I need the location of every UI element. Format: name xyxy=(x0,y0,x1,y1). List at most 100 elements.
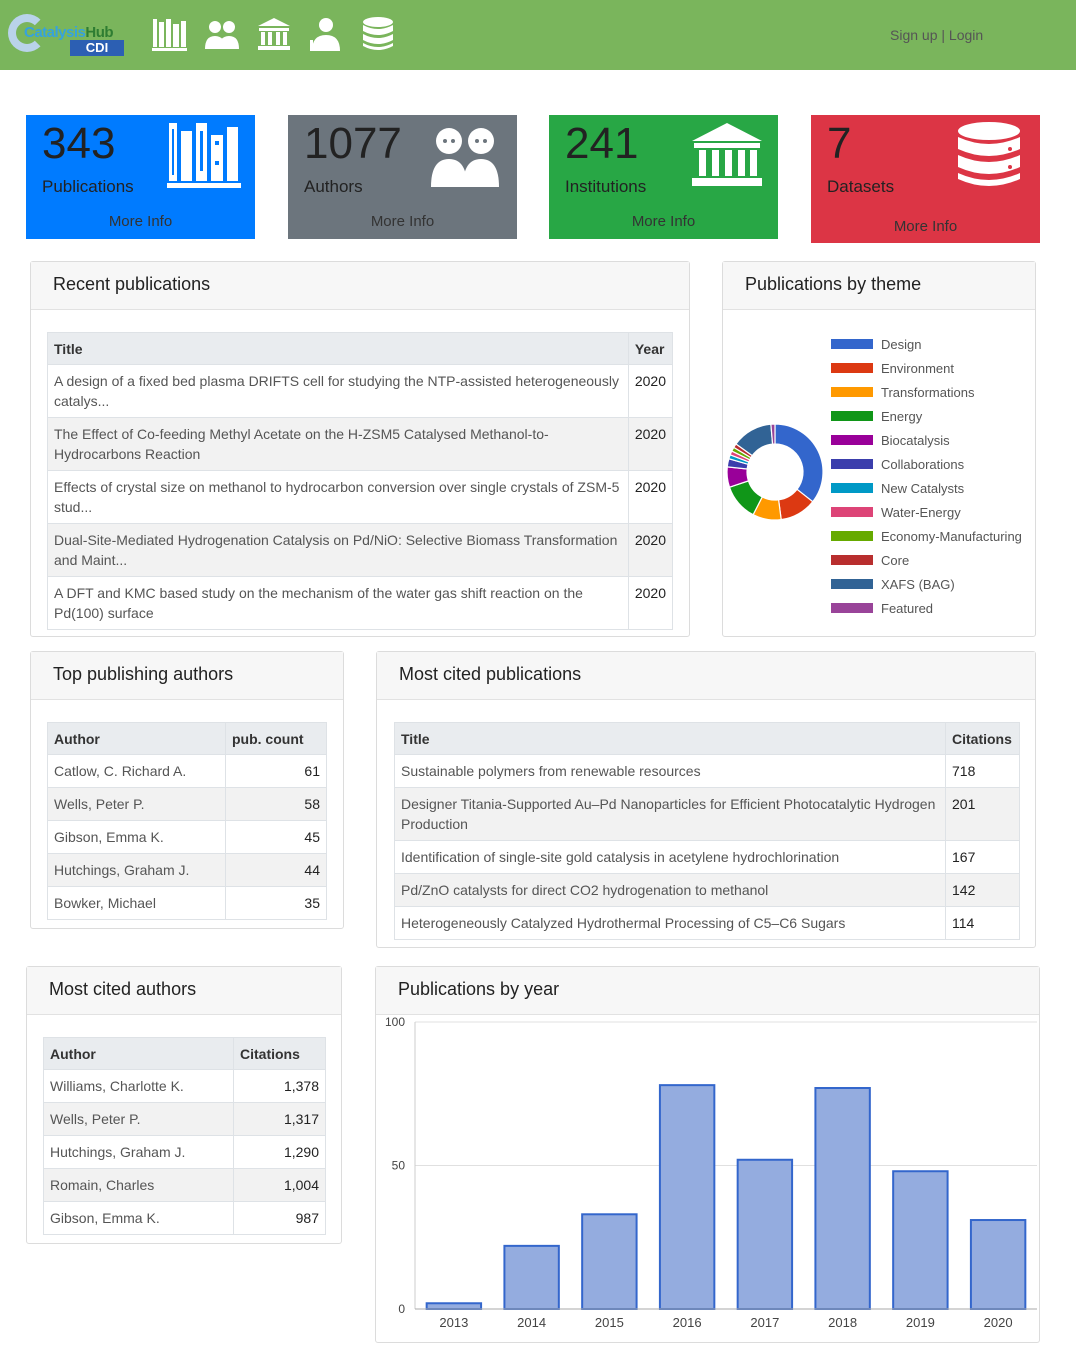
stat-datasets[interactable]: 7 Datasets More Info xyxy=(811,115,1040,243)
table-row[interactable]: Pd/ZnO catalysts for direct CO2 hydrogen… xyxy=(394,873,1020,907)
bar-2020[interactable] xyxy=(969,1219,1027,1310)
donut-slice-design[interactable] xyxy=(774,423,824,503)
table-row[interactable]: Effects of crystal size on methanol to h… xyxy=(47,470,674,524)
column-header-year[interactable]: Year xyxy=(627,332,674,365)
bar-2015[interactable] xyxy=(581,1213,638,1310)
legend-item[interactable]: Featured xyxy=(831,596,1022,620)
legend-item[interactable]: Collaborations xyxy=(831,452,1022,476)
publication-title-link[interactable]: Pd/ZnO catalysts for direct CO2 hydrogen… xyxy=(394,873,946,907)
bar-2017[interactable] xyxy=(736,1158,794,1310)
author-name-link[interactable]: Wells, Peter P. xyxy=(43,1102,234,1136)
legend-label: XAFS (BAG) xyxy=(881,576,955,592)
table-row[interactable]: Hutchings, Graham J. 1,290 xyxy=(43,1135,326,1169)
catalysis-hub-logo[interactable]: CatalysisHub CDI xyxy=(8,12,128,58)
publications-by-year-chart[interactable]: 0 50 100 2013 2014 2015 2016 2017 2018 2019 2020 xyxy=(376,1015,1039,1342)
table-row[interactable]: Williams, Charlotte K. 1,378 xyxy=(43,1069,326,1103)
table-row[interactable]: A DFT and KMC based study on the mechani… xyxy=(47,576,674,630)
publication-title-link[interactable]: Sustainable polymers from renewable reso… xyxy=(394,754,946,788)
column-header-title[interactable]: Title xyxy=(47,332,629,365)
table-row[interactable]: Gibson, Emma K. 987 xyxy=(43,1201,326,1235)
publication-title-link[interactable]: A design of a fixed bed plasma DRIFTS ce… xyxy=(47,364,629,418)
publication-title-link[interactable]: The Effect of Co-feeding Methyl Acetate … xyxy=(47,417,629,471)
bar-2013[interactable] xyxy=(425,1302,483,1311)
column-header-citations[interactable]: Citations xyxy=(233,1037,326,1070)
more-info-link[interactable]: More Info xyxy=(26,213,255,230)
author-name-link[interactable]: Bowker, Michael xyxy=(47,886,226,920)
legend-item[interactable]: Core xyxy=(831,548,1022,572)
theme-legend: Design Environment Transformations Energy Bi… xyxy=(831,332,1022,620)
card-title: Recent publications xyxy=(31,262,689,310)
bar-2014[interactable] xyxy=(503,1244,560,1310)
table-row[interactable]: Catlow, C. Richard A. 61 xyxy=(47,754,327,788)
author-name-link[interactable]: Hutchings, Graham J. xyxy=(43,1135,234,1169)
legend-item[interactable]: Economy-Manufacturing xyxy=(831,524,1022,548)
bar-2016[interactable] xyxy=(658,1084,716,1310)
top-publishing-authors-card: Top publishing authors Author pub. count… xyxy=(30,651,344,929)
legend-item[interactable]: XAFS (BAG) xyxy=(831,572,1022,596)
table-row[interactable]: Hutchings, Graham J. 44 xyxy=(47,853,327,887)
legend-item[interactable]: Water-Energy xyxy=(831,500,1022,524)
author-name-link[interactable]: Gibson, Emma K. xyxy=(47,820,226,854)
more-info-link[interactable]: More Info xyxy=(811,218,1040,235)
login-link[interactable]: Login xyxy=(949,27,983,43)
citation-count: 1,290 xyxy=(233,1135,326,1169)
publication-title-link[interactable]: A DFT and KMC based study on the mechani… xyxy=(47,576,629,630)
x-tick-label: 2019 xyxy=(906,1315,935,1330)
experts-icon[interactable] xyxy=(308,16,344,52)
table-row[interactable]: Sustainable polymers from renewable reso… xyxy=(394,754,1020,788)
author-name-link[interactable]: Williams, Charlotte K. xyxy=(43,1069,234,1103)
publication-title-link[interactable]: Heterogeneously Catalyzed Hydrothermal P… xyxy=(394,906,946,940)
column-header-title[interactable]: Title xyxy=(394,722,946,755)
publication-title-link[interactable]: Effects of crystal size on methanol to h… xyxy=(47,470,629,524)
stat-publications[interactable]: 343 Publications More Info xyxy=(26,115,255,239)
table-row[interactable]: Dual-Site-Mediated Hydrogenation Catalys… xyxy=(47,523,674,577)
column-header-count[interactable]: pub. count xyxy=(225,722,327,755)
column-header-citations[interactable]: Citations xyxy=(945,722,1020,755)
author-name-link[interactable]: Romain, Charles xyxy=(43,1168,234,1202)
stat-authors[interactable]: 1077 Authors More Info xyxy=(288,115,517,239)
publications-icon[interactable] xyxy=(152,16,188,52)
table-row[interactable]: Wells, Peter P. 58 xyxy=(47,787,327,821)
stat-value: 1077 xyxy=(304,119,402,168)
bar-2018[interactable] xyxy=(814,1087,871,1311)
table-row[interactable]: A design of a fixed bed plasma DRIFTS ce… xyxy=(47,364,674,418)
publication-title-link[interactable]: Dual-Site-Mediated Hydrogenation Catalys… xyxy=(47,523,629,577)
table-row[interactable]: Designer Titania-Supported Au–Pd Nanopar… xyxy=(394,787,1020,841)
table-row[interactable]: Bowker, Michael 35 xyxy=(47,886,327,920)
x-tick-label: 2014 xyxy=(517,1315,546,1330)
stat-institutions[interactable]: 241 Institutions More Info xyxy=(549,115,778,239)
author-name-link[interactable]: Wells, Peter P. xyxy=(47,787,226,821)
top-authors-table: Author pub. count Catlow, C. Richard A. 6… xyxy=(47,722,327,920)
legend-label: Biocatalysis xyxy=(881,432,950,448)
institutions-icon[interactable] xyxy=(256,16,292,52)
table-row[interactable]: Heterogeneously Catalyzed Hydrothermal P… xyxy=(394,906,1020,940)
author-name-link[interactable]: Hutchings, Graham J. xyxy=(47,853,226,887)
bar-2019[interactable] xyxy=(892,1170,949,1310)
table-row[interactable]: Wells, Peter P. 1,317 xyxy=(43,1102,326,1136)
authors-icon[interactable] xyxy=(204,16,240,52)
datasets-icon[interactable] xyxy=(360,16,396,52)
table-row[interactable]: Gibson, Emma K. 45 xyxy=(47,820,327,854)
legend-item[interactable]: Transformations xyxy=(831,380,1022,404)
signup-link[interactable]: Sign up xyxy=(890,27,937,43)
legend-item[interactable]: Environment xyxy=(831,356,1022,380)
legend-item[interactable]: Energy xyxy=(831,404,1022,428)
more-info-link[interactable]: More Info xyxy=(549,213,778,230)
table-row[interactable]: The Effect of Co-feeding Methyl Acetate … xyxy=(47,417,674,471)
column-header-author[interactable]: Author xyxy=(47,722,226,755)
theme-donut-chart[interactable] xyxy=(723,420,827,524)
publication-title-link[interactable]: Identification of single-site gold catal… xyxy=(394,840,946,874)
author-name-link[interactable]: Gibson, Emma K. xyxy=(43,1201,234,1235)
x-tick-label: 2020 xyxy=(984,1315,1013,1330)
legend-item[interactable]: Biocatalysis xyxy=(831,428,1022,452)
more-info-link[interactable]: More Info xyxy=(288,213,517,230)
publication-title-link[interactable]: Designer Titania-Supported Au–Pd Nanopar… xyxy=(394,787,946,841)
table-row[interactable]: Romain, Charles 1,004 xyxy=(43,1168,326,1202)
legend-swatch xyxy=(831,555,873,565)
author-name-link[interactable]: Catlow, C. Richard A. xyxy=(47,754,226,788)
legend-item[interactable]: New Catalysts xyxy=(831,476,1022,500)
recent-publications-table: Title Year A design of a fixed bed plasm… xyxy=(47,332,674,630)
table-row[interactable]: Identification of single-site gold catal… xyxy=(394,840,1020,874)
column-header-author[interactable]: Author xyxy=(43,1037,234,1070)
legend-item[interactable]: Design xyxy=(831,332,1022,356)
